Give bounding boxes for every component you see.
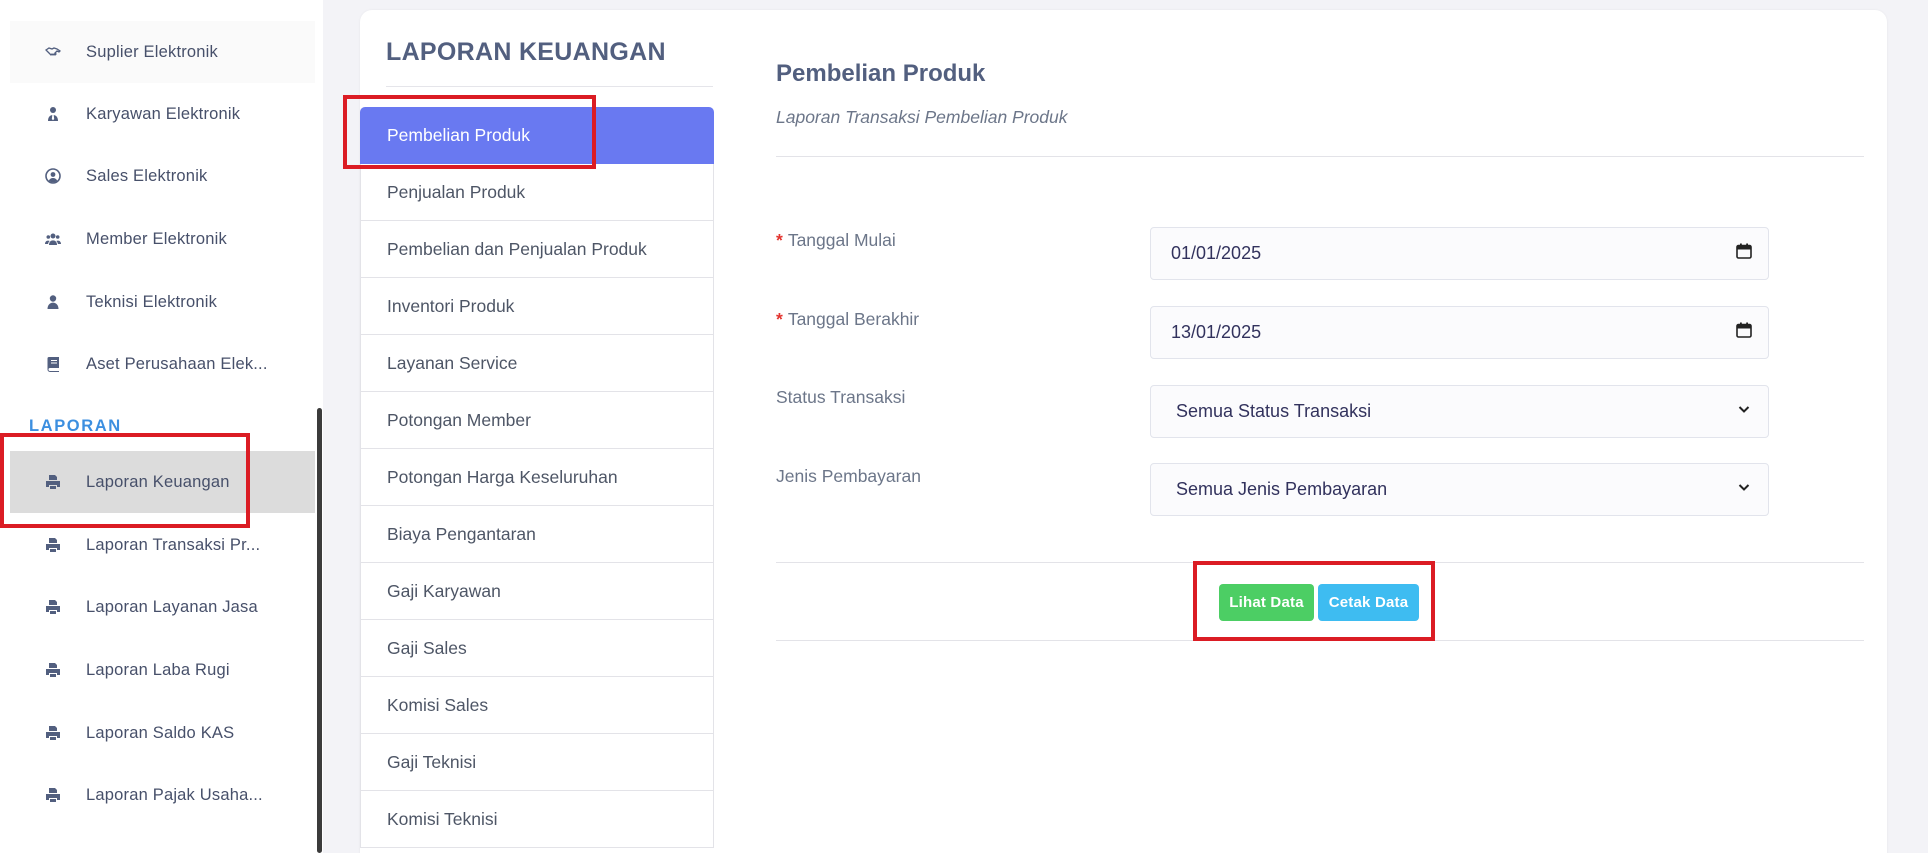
book-icon <box>38 356 68 372</box>
users-icon <box>38 231 68 247</box>
report-menu-item[interactable]: Gaji Karyawan <box>360 563 714 620</box>
report-menu-item[interactable]: Komisi Teknisi <box>360 791 714 848</box>
sidebar-item-member[interactable]: Member Elektronik <box>10 208 315 270</box>
sidebar-item-label: Karyawan Elektronik <box>86 104 241 123</box>
form-divider-top <box>776 156 1864 157</box>
sidebar-item-label: Laporan Saldo KAS <box>86 723 235 742</box>
status-select[interactable]: Semua Status Transaksi <box>1150 385 1769 438</box>
form-subtitle: Laporan Transaksi Pembelian Produk <box>776 107 1068 127</box>
user-circle-icon <box>38 168 68 184</box>
sidebar-item-label: Laporan Transaksi Pr... <box>86 535 261 554</box>
report-menu-item[interactable]: Gaji Sales <box>360 620 714 677</box>
sidebar-item-laporan-layanan[interactable]: Laporan Layanan Jasa <box>10 576 315 638</box>
required-mark: * <box>776 230 783 250</box>
sidebar-item-laporan-pajak[interactable]: Laporan Pajak Usaha... <box>10 764 315 826</box>
status-selected-value: Semua Status Transaksi <box>1176 401 1372 421</box>
start-date-input[interactable]: 01/01/2025 <box>1150 227 1769 280</box>
handshake-icon <box>38 44 68 60</box>
print-icon <box>38 599 68 615</box>
sidebar-item-suplier[interactable]: Suplier Elektronik <box>10 21 315 83</box>
report-menu-title: LAPORAN KEUANGAN <box>386 38 666 66</box>
status-label: Status Transaksi <box>776 387 906 407</box>
required-mark: * <box>776 309 783 329</box>
sidebar-scrollbar[interactable] <box>317 408 322 853</box>
print-icon <box>38 787 68 803</box>
end-date-label: * Tanggal Berakhir <box>776 309 920 329</box>
report-menu-item[interactable]: Potongan Member <box>360 392 714 449</box>
payment-selected-value: Semua Jenis Pembayaran <box>1176 479 1388 499</box>
annotation-box-sidebar <box>0 433 250 528</box>
sidebar-item-aset[interactable]: Aset Perusahaan Elek... <box>10 333 315 395</box>
start-date-value: 01/01/2025 <box>1171 243 1262 263</box>
payment-label: Jenis Pembayaran <box>776 466 921 486</box>
annotation-box-buttons <box>1193 561 1435 641</box>
report-menu: Pembelian Produk Penjualan Produk Pembel… <box>360 107 714 848</box>
sidebar-item-label: Sales Elektronik <box>86 166 208 185</box>
sidebar-item-laporan-laba-rugi[interactable]: Laporan Laba Rugi <box>10 639 315 701</box>
sidebar-item-label: Laporan Laba Rugi <box>86 660 230 679</box>
print-icon <box>38 662 68 678</box>
report-menu-item[interactable]: Pembelian dan Penjualan Produk <box>360 221 714 278</box>
report-menu-item[interactable]: Layanan Service <box>360 335 714 392</box>
report-menu-item[interactable]: Potongan Harga Keseluruhan <box>360 449 714 506</box>
report-menu-item[interactable]: Komisi Sales <box>360 677 714 734</box>
title-divider <box>386 86 713 87</box>
report-menu-item[interactable]: Biaya Pengantaran <box>360 506 714 563</box>
chevron-down-icon <box>1736 479 1752 500</box>
sidebar-item-label: Teknisi Elektronik <box>86 292 218 311</box>
annotation-box-menu <box>343 95 596 169</box>
user-icon <box>38 294 68 310</box>
report-menu-item[interactable]: Penjualan Produk <box>360 164 714 221</box>
user-tie-icon <box>38 106 68 122</box>
payment-select[interactable]: Semua Jenis Pembayaran <box>1150 463 1769 516</box>
sidebar-item-label: Suplier Elektronik <box>86 42 218 61</box>
sidebar-item-label: Laporan Pajak Usaha... <box>86 785 263 804</box>
end-date-value: 13/01/2025 <box>1171 322 1262 342</box>
report-menu-item[interactable]: Gaji Teknisi <box>360 734 714 791</box>
sidebar: Suplier Elektronik Karyawan Elektronik S… <box>0 0 323 853</box>
sidebar-item-sales[interactable]: Sales Elektronik <box>10 145 315 207</box>
calendar-icon[interactable] <box>1736 322 1752 343</box>
calendar-icon[interactable] <box>1736 243 1752 264</box>
sidebar-item-laporan-saldo-kas[interactable]: Laporan Saldo KAS <box>10 702 315 764</box>
end-date-input[interactable]: 13/01/2025 <box>1150 306 1769 359</box>
form-title: Pembelian Produk <box>776 60 986 87</box>
sidebar-item-label: Member Elektronik <box>86 229 227 248</box>
sidebar-item-teknisi[interactable]: Teknisi Elektronik <box>10 271 315 333</box>
print-icon <box>38 725 68 741</box>
report-menu-item[interactable]: Inventori Produk <box>360 278 714 335</box>
print-icon <box>38 537 68 553</box>
chevron-down-icon <box>1736 401 1752 422</box>
sidebar-item-label: Aset Perusahaan Elek... <box>86 354 268 373</box>
start-date-label: * Tanggal Mulai <box>776 230 896 250</box>
sidebar-item-label: Laporan Layanan Jasa <box>86 597 258 616</box>
sidebar-item-karyawan[interactable]: Karyawan Elektronik <box>10 83 315 145</box>
